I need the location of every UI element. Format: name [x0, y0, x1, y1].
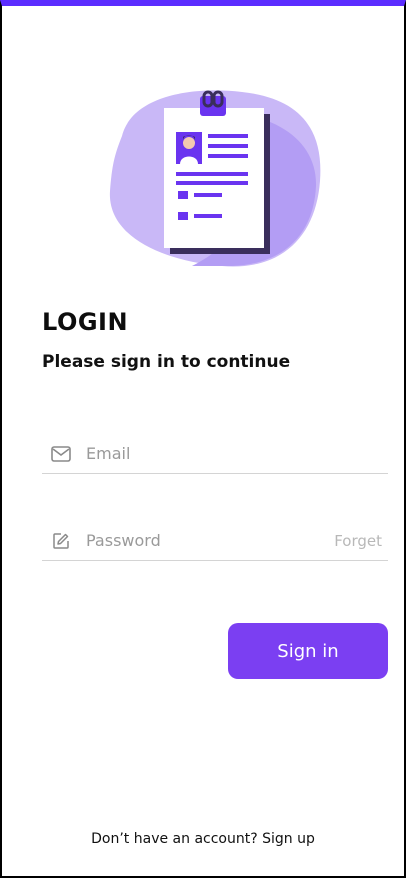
email-field-row: [42, 434, 388, 474]
mail-icon: [50, 443, 72, 465]
page-subtitle: Please sign in to continue: [42, 352, 291, 372]
page-title: LOGIN: [42, 308, 129, 336]
password-field-row: Forget: [42, 521, 388, 561]
login-screen: LOGIN Please sign in to continue Forget …: [0, 0, 406, 878]
bullet-1: [178, 191, 188, 199]
email-input[interactable]: [86, 438, 388, 469]
sign-in-button[interactable]: Sign in: [228, 623, 388, 679]
bullet-2: [178, 212, 188, 220]
resume-illustration: [102, 86, 332, 276]
paper: [164, 108, 264, 248]
line-3: [208, 154, 248, 158]
line-5: [176, 181, 248, 185]
avatar-head: [183, 137, 195, 149]
resume-clipboard-illustration: [109, 90, 321, 267]
password-input[interactable]: [86, 525, 335, 556]
footer: Don’t have an account? Sign up: [2, 831, 404, 847]
footer-prompt: Don’t have an account?: [91, 831, 263, 847]
line-1: [208, 134, 248, 138]
line-2: [208, 144, 248, 148]
line-4: [176, 172, 248, 176]
sign-up-link[interactable]: Sign up: [262, 831, 315, 847]
edit-icon: [50, 530, 72, 552]
forget-password-link[interactable]: Forget: [334, 532, 382, 550]
bullet-line-1: [194, 193, 222, 197]
bullet-line-2: [194, 214, 222, 218]
